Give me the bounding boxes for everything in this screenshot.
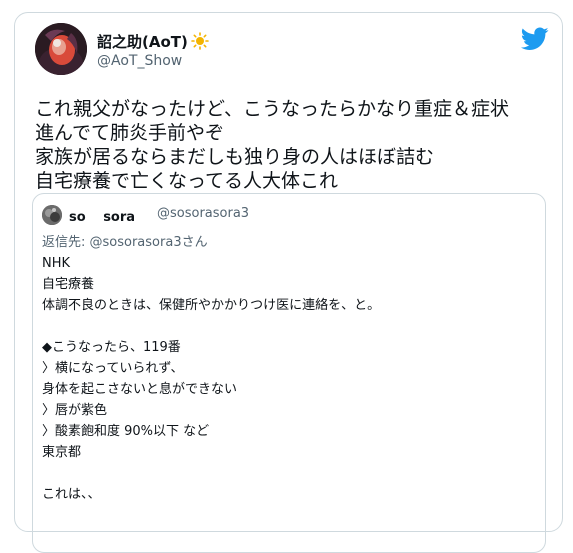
quoted-text-line: 身体を起こさないと息ができない xyxy=(42,382,238,397)
quoted-text-line: 体調不良のときは、保健所やかかりつけ医に連絡を、と。 xyxy=(42,298,381,313)
quoted-text-line: 〉唇が紫色 xyxy=(42,403,108,418)
quoted-text-line: NHK xyxy=(42,256,71,271)
tweet-text-line: 進んでて肺炎手前やぞ xyxy=(35,122,225,144)
quoted-text-line: ◆こうなったら、119番 xyxy=(42,340,181,355)
reply-to-label: 返信先: @sosorasora3さん xyxy=(42,235,208,250)
quoted-text-line: 自宅療養 xyxy=(42,277,95,292)
quoted-text-line: 〉横になっていられず、 xyxy=(42,361,184,376)
tweet-text: これ親父がなったけど、こうなったらかなり重症＆症状 進んでて肺炎手前やぞ 家族が… xyxy=(35,97,555,193)
quoted-text-line: 〉酸素飽和度 90%以下 など xyxy=(42,424,210,439)
quoted-user-handle[interactable]: @sosorasora3 xyxy=(157,206,249,221)
quoted-text-line xyxy=(42,463,537,484)
quoted-text-line xyxy=(42,316,537,337)
quoted-display-name[interactable]: so sora xyxy=(69,206,135,225)
display-name[interactable]: 詔之助(AoT) xyxy=(97,31,209,54)
user-handle[interactable]: @AoT_Show xyxy=(97,53,182,69)
twitter-bird-icon[interactable] xyxy=(520,27,549,51)
quoted-tweet-text: NHK 自宅療養 体調不良のときは、保健所やかかりつけ医に連絡を、と。 ◆こうな… xyxy=(42,253,537,505)
tweet-text-line: 家族が居るならまだしも独り身の人はほぼ詰む xyxy=(35,146,435,168)
tweet-card[interactable]: 詔之助(AoT) @AoT_Show これ親父がなったけど、こうなったらかなり重… xyxy=(14,12,563,553)
tweet-text-line: 自宅療養で亡くなってる人大体これ xyxy=(35,170,339,192)
avatar-image xyxy=(35,23,87,75)
quoted-text-line: これは、、 xyxy=(42,487,101,502)
quoted-user-avatar[interactable] xyxy=(42,205,62,225)
quoted-text-line: 東京都 xyxy=(42,445,82,460)
quoted-tweet[interactable]: so sora @sosorasora3 返信先: @sosorasora3さん… xyxy=(32,193,546,553)
tweet-text-line: これ親父がなったけど、こうなったらかなり重症＆症状 xyxy=(35,98,510,120)
sun-emoji-icon xyxy=(191,32,209,54)
display-name-text: 詔之助(AoT) xyxy=(97,33,188,51)
quoted-avatar-image xyxy=(42,205,62,225)
user-avatar[interactable] xyxy=(35,23,87,75)
